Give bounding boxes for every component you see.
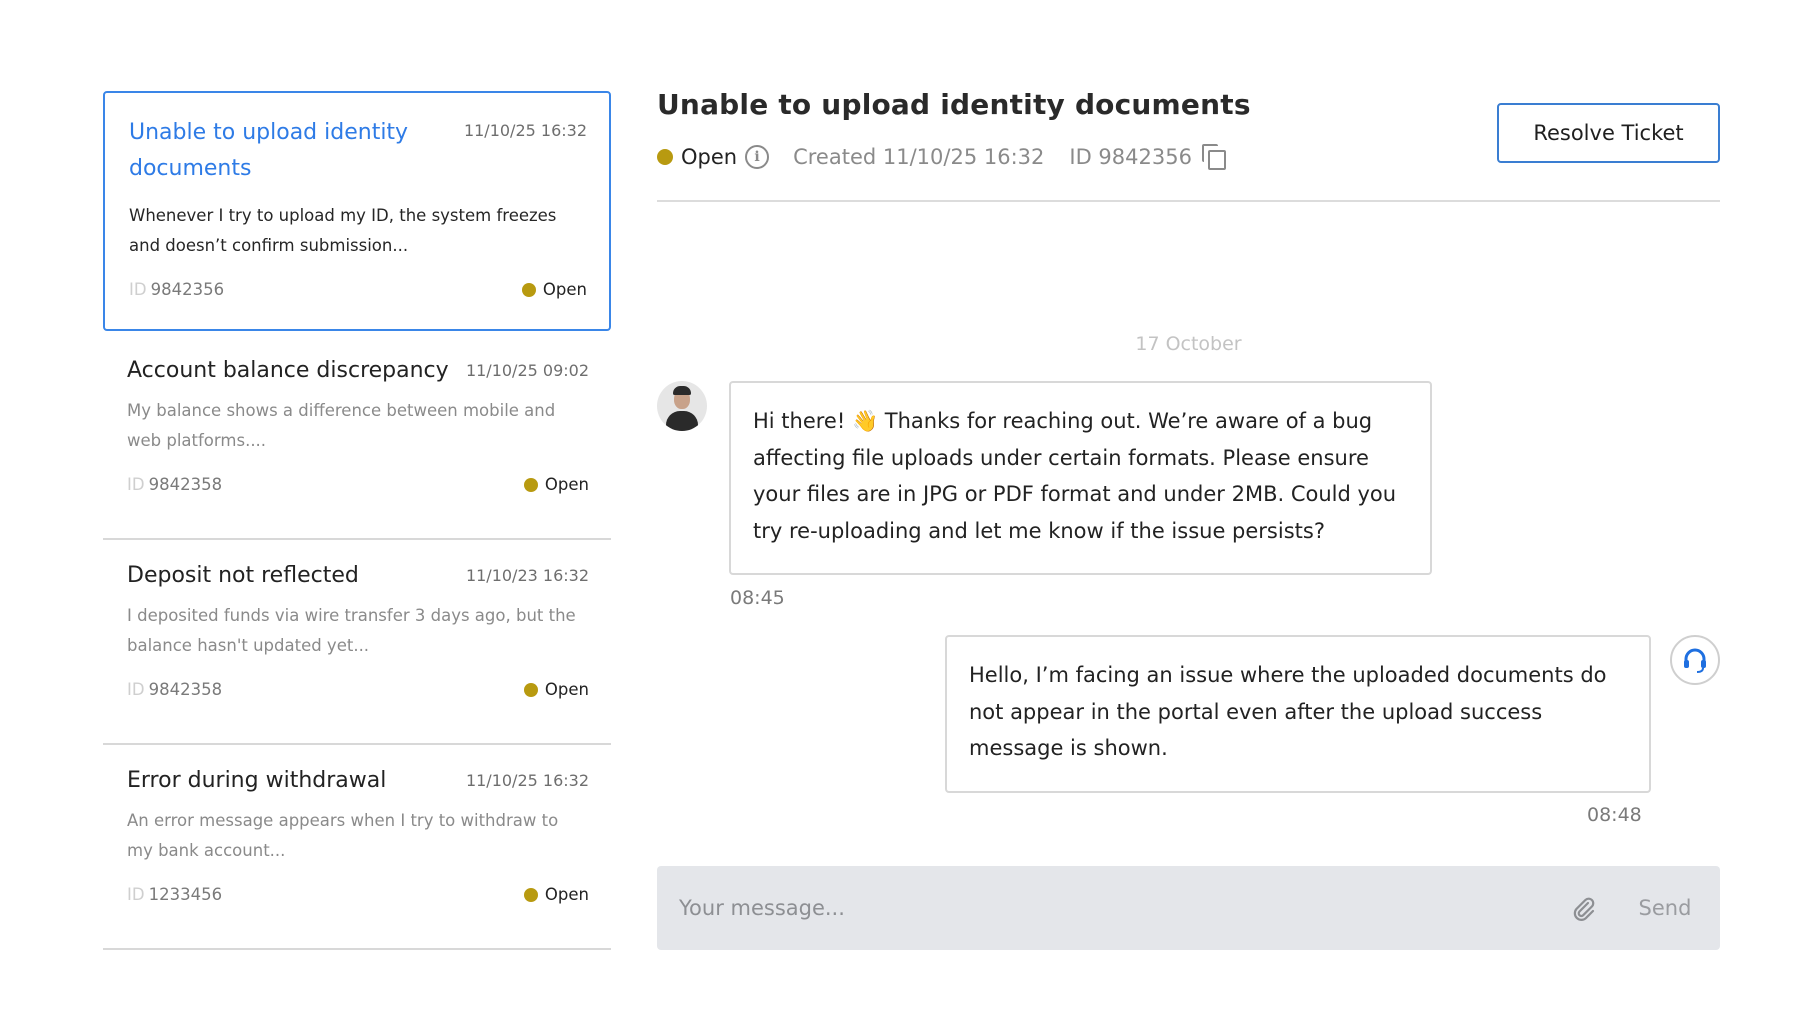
status-badge: Open (521, 280, 587, 299)
ticket-card[interactable]: Error during withdrawal 11/10/25 16:32 A… (103, 763, 611, 950)
ticket-title: Deposit not reflected (127, 563, 359, 588)
paperclip-icon[interactable] (1569, 894, 1599, 924)
conversation-title: Unable to upload identity documents (657, 88, 1251, 121)
ticket-preview: An error message appears when I try to w… (127, 811, 559, 860)
ticket-preview: Whenever I try to upload my ID, the syst… (129, 206, 557, 255)
avatar-hair (673, 386, 691, 395)
status-dot-icon (523, 887, 538, 902)
ticket-id-value: 9842358 (148, 475, 223, 494)
message-time: 08:48 (1587, 804, 1642, 826)
status-dot-icon (521, 282, 536, 297)
ticket-id-prefix: ID (127, 475, 145, 494)
send-button[interactable]: Send (1625, 884, 1705, 932)
ticket-id: ID 1233456 (127, 885, 222, 904)
ticket-id-value: 1233456 (148, 885, 223, 904)
message-time: 08:45 (730, 587, 785, 609)
info-icon[interactable]: i (745, 145, 770, 169)
ticket-card-selected[interactable]: Unable to upload identity documents 11/1… (103, 91, 611, 331)
status-label: Open (544, 680, 589, 699)
copy-icon[interactable] (1201, 144, 1228, 170)
ticket-id-prefix: ID (129, 280, 147, 299)
conversation-meta: Open i Created 11/10/25 16:32 ID 9842356 (657, 144, 1228, 170)
ticket-preview: My balance shows a difference between mo… (127, 401, 556, 450)
message-bubble-agent: Hi there! 👋 Thanks for reaching out. We’… (729, 381, 1432, 575)
ticket-title: Account balance discrepancy (127, 358, 449, 383)
ticket-card[interactable]: Deposit not reflected 11/10/23 16:32 I d… (103, 558, 611, 745)
message-bubble-user: Hello, I’m facing an issue where the upl… (945, 635, 1651, 793)
status-label: Open (544, 475, 589, 494)
status-label: Open (542, 280, 587, 299)
ticket-title: Unable to upload identity documents (129, 120, 409, 181)
conversation-created: Created 11/10/25 16:32 (793, 145, 1045, 169)
ticket-preview: I deposited funds via wire transfer 3 da… (127, 606, 576, 655)
ticket-id-value: 9842356 (150, 280, 225, 299)
ticket-id: ID 9842358 (127, 475, 222, 494)
status-dot-icon (523, 682, 538, 697)
ticket-id: ID 9842358 (127, 680, 222, 699)
date-separator: 17 October (1135, 333, 1242, 355)
ticket-card[interactable]: Account balance discrepancy 11/10/25 09:… (103, 353, 611, 540)
ticket-id: ID 9842356 (129, 280, 224, 299)
ticket-id-value: 9842358 (148, 680, 223, 699)
conversation-status-label: Open (681, 145, 738, 169)
conversation-id: ID 9842356 (1069, 145, 1192, 169)
message-input[interactable] (679, 884, 1539, 932)
message-composer: Send (657, 866, 1720, 950)
avatar (657, 381, 707, 431)
status-badge: Open (523, 475, 589, 494)
conversation-status-badge: Open (657, 145, 737, 169)
resolve-ticket-button[interactable]: Resolve Ticket (1497, 103, 1720, 163)
ticket-date: 11/10/25 16:32 (463, 121, 587, 140)
ticket-id-prefix: ID (127, 680, 145, 699)
headset-icon (1670, 635, 1720, 685)
status-label: Open (544, 885, 589, 904)
status-dot-icon (523, 477, 538, 492)
status-badge: Open (523, 680, 589, 699)
ticket-date: 11/10/25 09:02 (465, 361, 589, 380)
ticket-id-prefix: ID (127, 885, 145, 904)
status-dot-icon (657, 149, 673, 165)
ticket-title: Error during withdrawal (127, 768, 387, 793)
status-badge: Open (523, 885, 589, 904)
avatar-body (666, 411, 698, 431)
ticket-date: 11/10/25 16:32 (465, 771, 589, 790)
ticket-date: 11/10/23 16:32 (465, 566, 589, 585)
